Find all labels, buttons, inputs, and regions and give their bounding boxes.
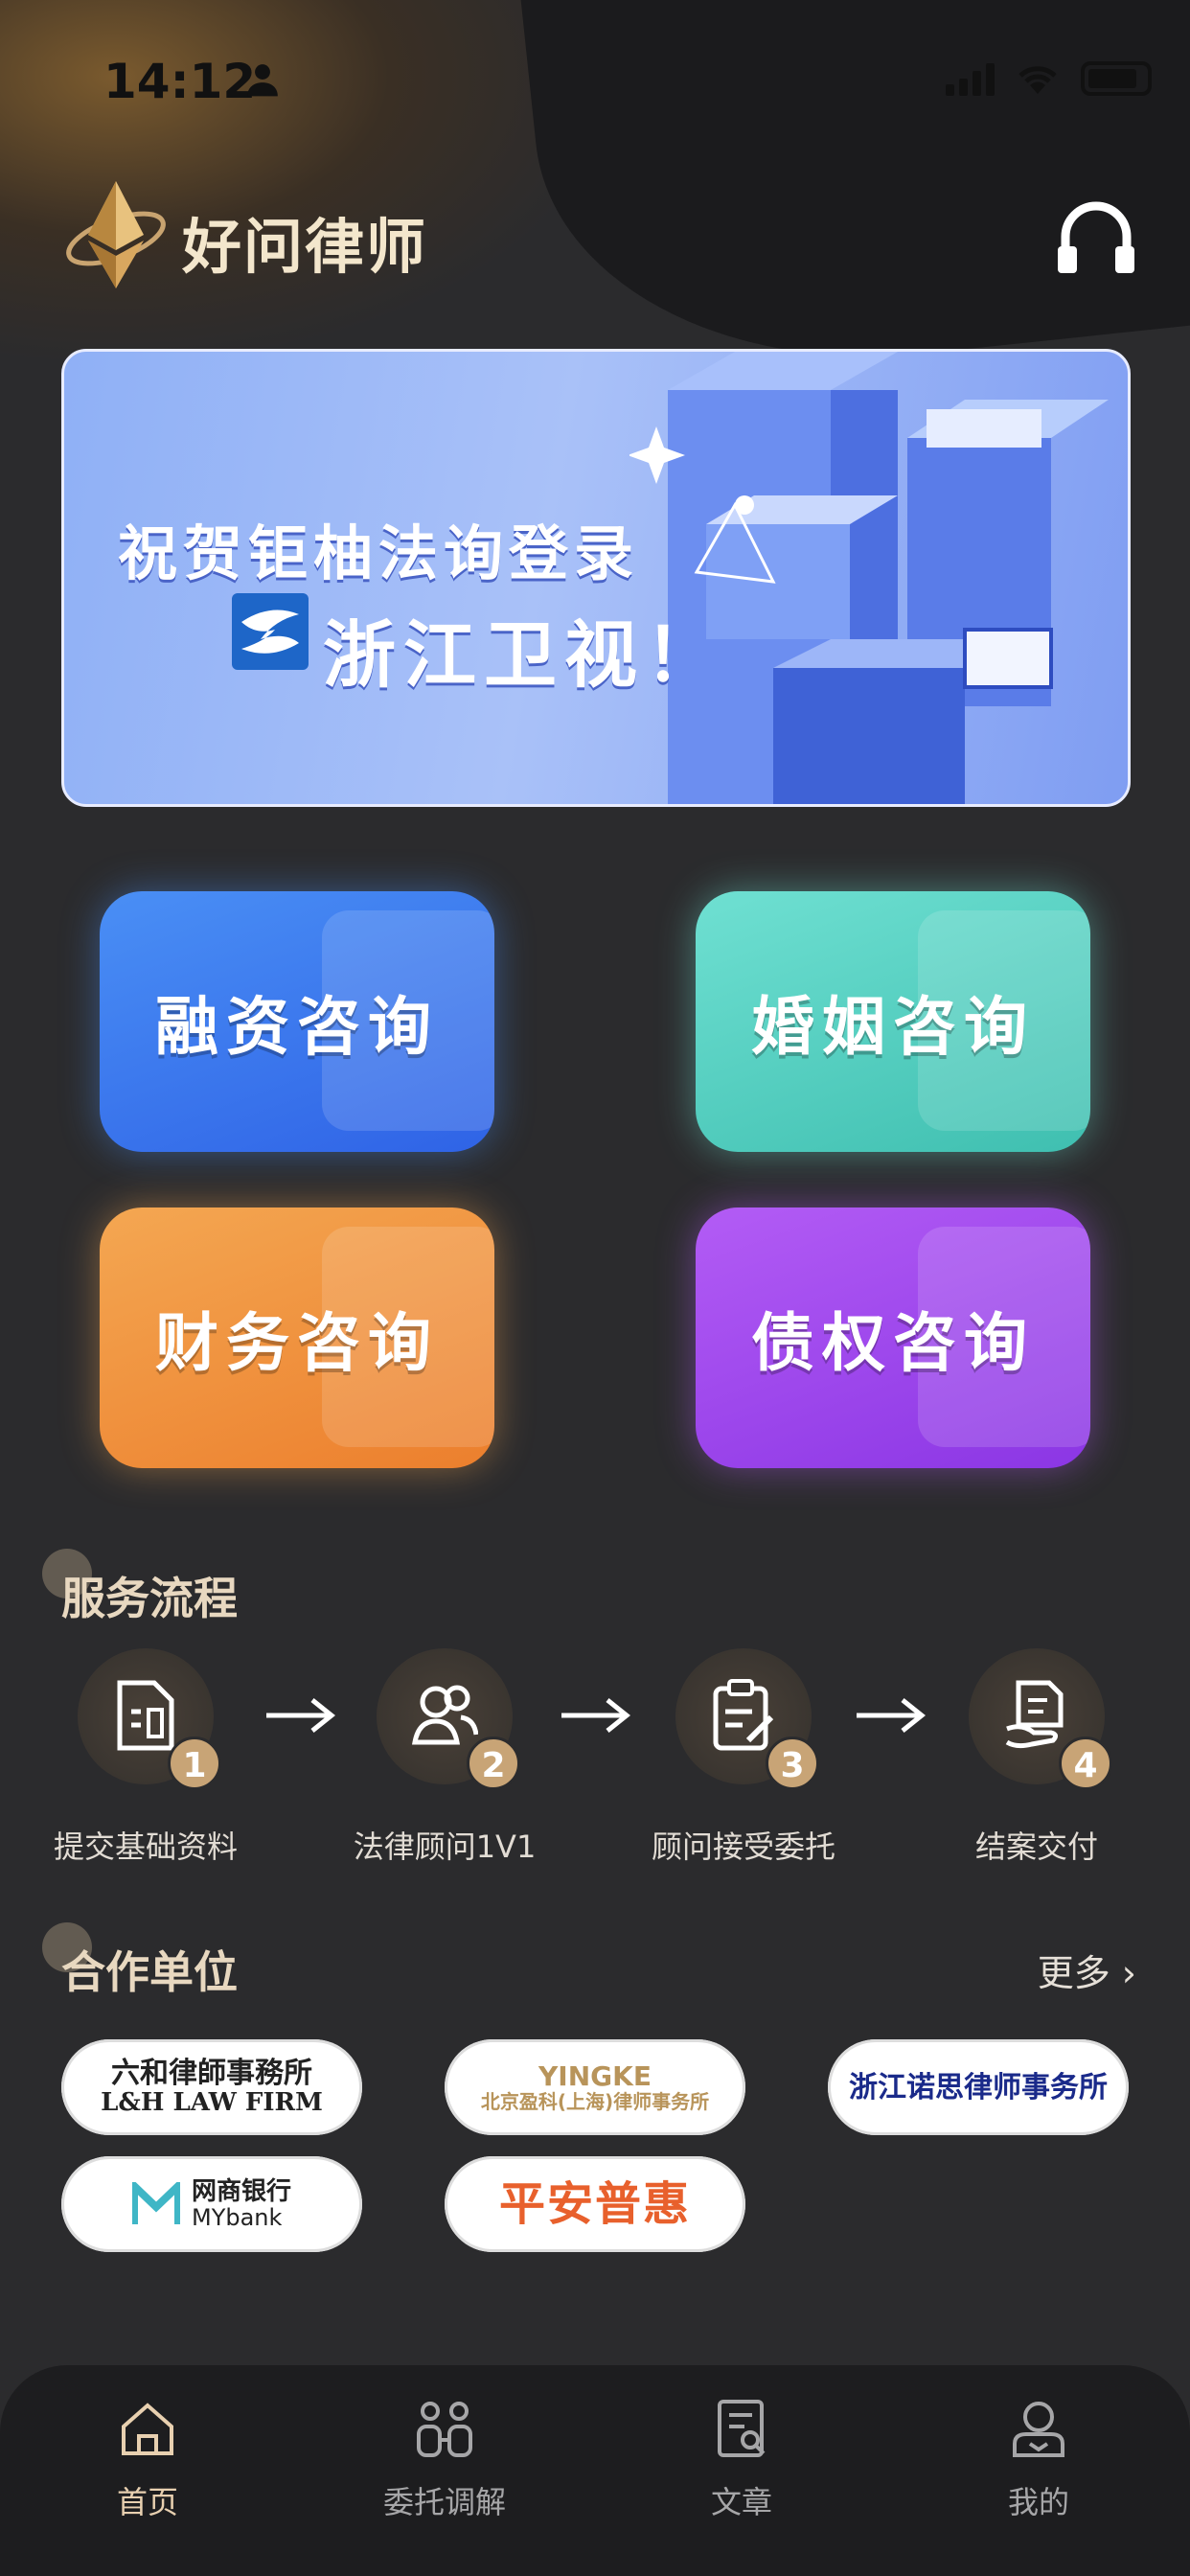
step-number: 4: [1059, 1736, 1112, 1790]
mediation-icon: [417, 2402, 472, 2457]
tab-label: 文章: [710, 2484, 772, 2520]
step-label: 顾问接受委托: [651, 1828, 835, 1865]
step-label: 法律顾问1V1: [353, 1828, 537, 1865]
partner-logo: 六和律師事務所 L&H LAW FIRM: [101, 2058, 323, 2117]
partner-yingke[interactable]: YINGKE 北京盈科(上海)律师事务所: [445, 2039, 745, 2135]
arrow-right-icon: [266, 1698, 335, 1733]
tab-home[interactable]: 首页: [52, 2398, 243, 2522]
service-label: 融资咨询: [155, 990, 439, 1064]
process-section-title: 服务流程: [61, 1573, 238, 1624]
step-number: 1: [168, 1736, 221, 1790]
tab-profile[interactable]: 我的: [943, 2398, 1134, 2522]
service-debt-button[interactable]: 债权咨询: [696, 1208, 1090, 1468]
document-icon: [117, 1680, 174, 1751]
tab-label: 首页: [116, 2484, 178, 2520]
partner-name: 平安普惠: [498, 2176, 691, 2231]
process-step-4: 4 结案交付: [931, 1648, 1142, 1867]
bottom-tab-bar: 首页 委托调解 文章 我的: [0, 2365, 1190, 2576]
step-icon-circle: 3: [675, 1648, 819, 1790]
partner-logo: YINGKE 北京盈科(上海)律师事务所: [480, 2059, 710, 2114]
home-icon: [122, 2403, 173, 2455]
status-indicators: [946, 61, 1152, 96]
partner-name: 浙江诺思律师事务所: [849, 2070, 1108, 2104]
process-step-2: 2 法律顾问1V1: [339, 1648, 550, 1867]
service-marriage-button[interactable]: 婚姻咨询: [696, 891, 1090, 1152]
step-icon-circle: 4: [969, 1648, 1112, 1790]
status-time: 14:12: [103, 54, 257, 109]
service-label: 财务咨询: [155, 1306, 439, 1380]
article-icon: [718, 2400, 766, 2457]
headset-icon[interactable]: [1056, 196, 1136, 277]
step-number: 2: [467, 1736, 520, 1790]
mybank-logo-icon: [131, 2181, 180, 2224]
arrow-right-icon: [561, 1698, 630, 1733]
partner-subname: L&H LAW FIRM: [101, 2088, 323, 2118]
partner-subname: MYbank: [191, 2204, 283, 2232]
app-header: 好问律师: [63, 177, 1134, 292]
partner-logo: 网商银行 MYbank: [131, 2176, 291, 2232]
arrow-right-icon: [857, 1698, 926, 1733]
process-step-1: 1 提交基础资料: [40, 1648, 251, 1867]
banner-subheadline: 浙江卫视！: [323, 612, 725, 698]
tab-label: 委托调解: [382, 2484, 506, 2520]
app-title: 好问律师: [182, 212, 428, 282]
partners-section-title: 合作单位: [61, 1946, 238, 1998]
status-bar: 14:12: [0, 48, 1190, 115]
users-icon: [412, 1685, 478, 1745]
banner-headline: 祝贺钜柚法询登录: [118, 518, 640, 588]
signal-icon: [946, 61, 995, 96]
service-label: 婚姻咨询: [751, 990, 1035, 1064]
partner-pingan[interactable]: 平安普惠: [445, 2156, 745, 2252]
tab-mediation[interactable]: 委托调解: [349, 2398, 540, 2522]
step-icon-circle: 1: [78, 1648, 221, 1790]
hand-document-icon: [1005, 1680, 1064, 1749]
partner-mybank[interactable]: 网商银行 MYbank: [61, 2156, 362, 2252]
tab-articles[interactable]: 文章: [646, 2398, 837, 2522]
tab-label: 我的: [1007, 2484, 1069, 2520]
person-icon: [247, 64, 278, 97]
service-finance-button[interactable]: 财务咨询: [100, 1208, 494, 1468]
step-number: 3: [766, 1736, 819, 1790]
partner-subname: 北京盈科(上海)律师事务所: [480, 2090, 710, 2114]
step-label: 提交基础资料: [53, 1828, 238, 1865]
partner-nuosi[interactable]: 浙江诺思律师事务所: [828, 2039, 1129, 2135]
logo-icon: [66, 181, 166, 288]
partner-name: 六和律師事務所: [110, 2057, 312, 2091]
battery-icon: [1081, 61, 1152, 96]
service-label: 债权咨询: [751, 1306, 1035, 1380]
partner-name: YINGKE: [538, 2059, 652, 2092]
wifi-icon: [1018, 66, 1057, 94]
promo-banner[interactable]: 祝贺钜柚法询登录 浙江卫视！: [61, 349, 1131, 807]
tech-illustration: [629, 352, 1109, 804]
step-label: 结案交付: [974, 1828, 1098, 1865]
profile-icon: [1013, 2402, 1064, 2457]
partners-more-link[interactable]: 更多 ›: [1038, 1944, 1136, 1996]
clipboard-edit-icon: [713, 1679, 774, 1751]
zjtv-logo-icon: [232, 593, 309, 670]
service-financing-button[interactable]: 融资咨询: [100, 891, 494, 1152]
partner-name: 网商银行: [191, 2176, 291, 2206]
partner-lh-law-firm[interactable]: 六和律師事務所 L&H LAW FIRM: [61, 2039, 362, 2135]
process-step-3: 3 顾问接受委托: [638, 1648, 849, 1867]
step-icon-circle: 2: [377, 1648, 520, 1790]
